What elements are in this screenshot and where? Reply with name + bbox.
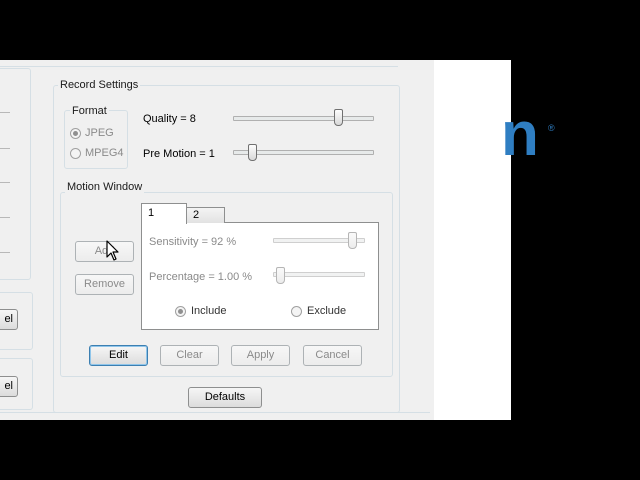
cancel-button[interactable]: Cancel [303, 345, 362, 366]
format-title: Format [70, 105, 109, 117]
add-button[interactable]: Add [75, 241, 134, 262]
exclude-radio[interactable] [291, 306, 302, 317]
include-radio[interactable] [175, 306, 186, 317]
left-cancel-button-fragment[interactable]: el [0, 376, 18, 397]
mouse-cursor-icon [106, 240, 119, 261]
tab-1[interactable]: 1 [141, 203, 187, 224]
percentage-slider-track[interactable] [273, 272, 365, 277]
left-row-divider [0, 182, 10, 183]
tab-2[interactable]: 2 [186, 207, 225, 223]
right-background-strip [434, 60, 511, 420]
registered-mark-icon: ® [548, 123, 555, 133]
left-row-divider [0, 217, 10, 218]
percentage-slider-thumb[interactable] [276, 267, 285, 284]
quality-slider-thumb[interactable] [334, 109, 343, 126]
mpeg4-radio[interactable] [70, 148, 81, 159]
mpeg4-label: MPEG4 [85, 147, 124, 159]
left-row-divider [0, 252, 10, 253]
sensitivity-label: Sensitivity = 92 % [149, 236, 237, 248]
edit-button[interactable]: Edit [89, 345, 148, 366]
jpeg-radio[interactable] [70, 128, 81, 139]
record-settings-title: Record Settings [58, 79, 141, 91]
pre-motion-label: Pre Motion = 1 [143, 148, 215, 160]
left-settings-group [0, 68, 31, 280]
jpeg-label: JPEG [85, 127, 114, 139]
defaults-button[interactable]: Defaults [188, 387, 262, 408]
apply-button[interactable]: Apply [231, 345, 290, 366]
include-label: Include [191, 305, 227, 317]
pre-motion-slider-thumb[interactable] [248, 144, 257, 161]
clear-button[interactable]: Clear [160, 345, 219, 366]
left-cancel-button-fragment[interactable]: el [0, 309, 18, 330]
left-row-divider [0, 148, 10, 149]
quality-slider-track[interactable] [233, 116, 374, 121]
quality-label: Quality = 8 [143, 113, 196, 125]
left-row-divider [0, 112, 10, 113]
top-separator [0, 66, 398, 67]
brand-logo-fragment: n [501, 100, 539, 169]
remove-button[interactable]: Remove [75, 274, 134, 295]
motion-window-title: Motion Window [65, 181, 145, 193]
format-group [64, 110, 128, 169]
exclude-label: Exclude [307, 305, 347, 317]
sensitivity-slider-thumb[interactable] [348, 232, 357, 249]
percentage-label: Percentage = 1.00 % [149, 271, 253, 283]
